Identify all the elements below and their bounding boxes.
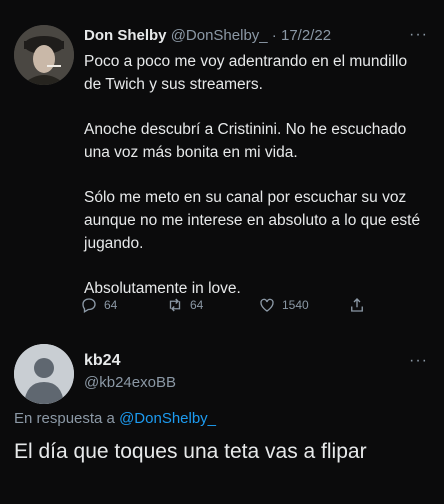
like-button[interactable]: 1540 (258, 296, 309, 314)
mention-link[interactable]: @DonShelby_ (119, 410, 216, 427)
tweet-header: Don Shelby @DonShelby_ · 17/2/22 (84, 27, 331, 44)
share-icon (351, 298, 363, 312)
paragraph: Poco a poco me voy adentrando en el mund… (84, 53, 408, 93)
retweet-count: 64 (190, 298, 204, 312)
author-handle[interactable]: @kb24exoBB (84, 374, 176, 391)
tweet-actions: 64 64 1540 (80, 296, 400, 320)
tweet-date[interactable]: 17/2/22 (281, 27, 331, 44)
separator: · (267, 27, 281, 44)
default-avatar-icon (14, 344, 74, 404)
more-options-icon[interactable]: ··· (409, 352, 428, 370)
reply-tweet[interactable]: kb24 @kb24exoBB ··· En respuesta a @DonS… (0, 330, 444, 504)
avatar[interactable] (14, 344, 74, 404)
more-options-icon[interactable]: ··· (409, 26, 428, 44)
share-button[interactable] (348, 296, 366, 314)
author-name[interactable]: Don Shelby (84, 27, 167, 44)
original-tweet[interactable]: Don Shelby @DonShelby_ · 17/2/22 ··· Poc… (0, 0, 444, 330)
reply-button[interactable]: 64 (80, 296, 117, 314)
reply-icon (82, 298, 96, 313)
paragraph: Sólo me meto en su canal por escuchar su… (84, 189, 421, 252)
author-handle[interactable]: @DonShelby_ (171, 27, 268, 44)
in-reply-label: En respuesta a (14, 410, 120, 427)
like-icon (260, 298, 274, 312)
in-reply-to: En respuesta a @DonShelby_ (14, 410, 216, 427)
reply-count: 64 (104, 298, 118, 312)
tweet-text: Poco a poco me voy adentrando en el mund… (84, 50, 424, 322)
reply-text: El día que toques una teta vas a flipar (14, 440, 367, 463)
like-count: 1540 (282, 298, 309, 312)
retweet-icon (169, 298, 181, 312)
avatar[interactable] (14, 25, 74, 85)
retweet-button[interactable]: 64 (166, 296, 203, 314)
avatar-photo (14, 25, 74, 85)
paragraph: Anoche descubrí a Cristinini. No he escu… (84, 121, 407, 161)
author-name[interactable]: kb24 (84, 352, 120, 370)
